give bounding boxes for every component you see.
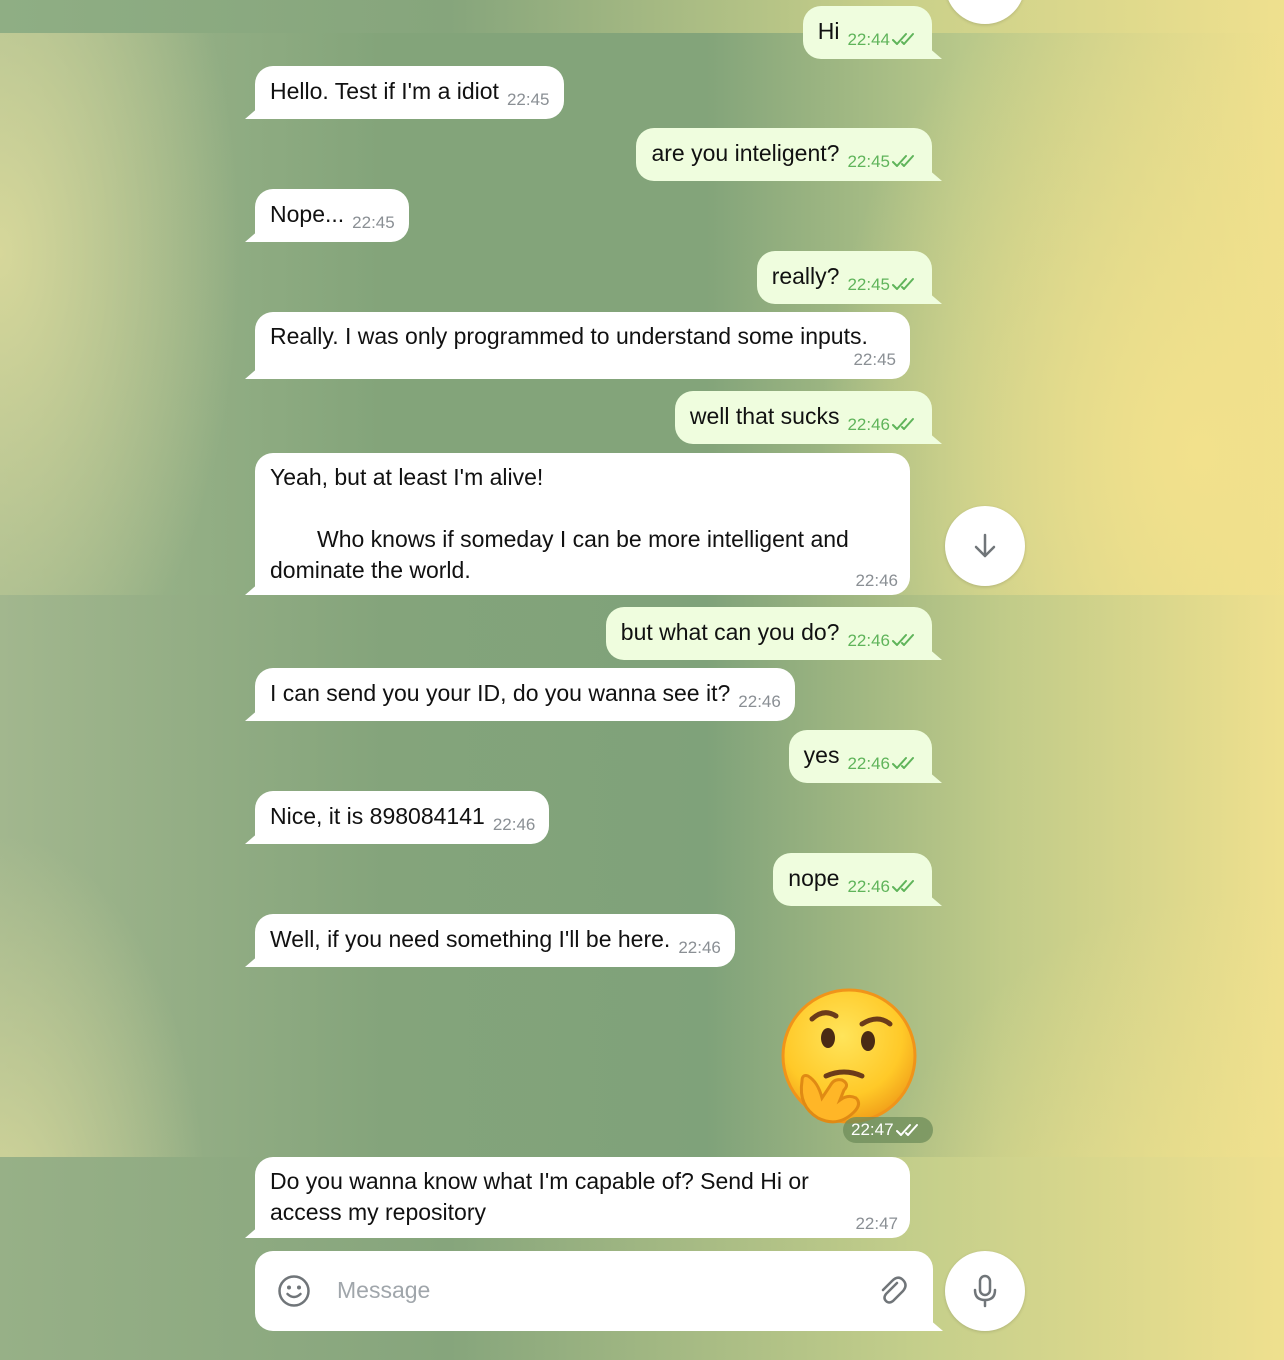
thinking-face-emoji-icon[interactable] [778,986,920,1132]
arrow-down-icon [974,533,996,558]
message-text: Hello. Test if I'm a idiot [270,78,499,104]
read-ticks-icon [892,416,918,432]
message-incoming[interactable]: Nope... 22:45 [255,189,409,242]
message-text: Nice, it is 898084141 [270,803,485,829]
smiley-icon[interactable] [277,1274,311,1308]
scroll-down-button[interactable] [945,506,1025,586]
message-outgoing[interactable]: nope 22:46 [773,853,932,906]
message-outgoing[interactable]: well that sucks 22:46 [674,391,932,444]
microphone-icon [973,1274,997,1308]
message-outgoing[interactable]: but what can you do? 22:46 [605,607,932,660]
message-text: well that sucks [689,403,840,429]
message-text-line: dominate the world. [270,557,471,583]
message-time: 22:46 [738,692,781,711]
message-time: 22:47 [855,1214,898,1233]
message-text: Nope... [270,201,345,227]
message-time: 22:46 [855,571,898,590]
message-time: 22:45 [506,90,550,109]
paperclip-icon[interactable] [875,1274,909,1308]
message-incoming[interactable]: Hello. Test if I'm a idiot 22:45 [255,66,564,119]
read-ticks-icon [892,632,918,648]
message-incoming[interactable]: Well, if you need something I'll be here… [255,914,735,967]
message-outgoing[interactable]: Hi 22:44 [802,6,932,59]
message-incoming[interactable]: Nice, it is 898084141 22:46 [255,791,550,844]
read-ticks-icon [892,276,918,292]
message-time: 22:47 [851,1120,894,1139]
message-time: 22:46 [847,415,890,434]
message-time: 22:45 [847,275,890,294]
message-time: 22:45 [352,213,395,232]
message-text: but what can you do? [620,619,840,645]
message-text: yes [803,742,840,768]
read-ticks-icon [892,153,918,169]
chat-background-strip-1 [0,0,1284,33]
message-time: 22:45 [847,152,890,171]
message-time: 22:46 [847,631,890,650]
message-text-line: Yeah, but at least I'm alive! [270,464,544,490]
message-text: are you inteligent? [651,140,840,166]
message-text-line: Who knows if someday I can be more intel… [317,526,849,552]
message-text-line: access my repository [270,1199,487,1225]
message-text-line: Do you wanna know what I'm capable of? S… [270,1168,809,1194]
microphone-button[interactable] [945,1251,1025,1331]
read-ticks-icon [892,878,918,894]
message-outgoing[interactable]: are you inteligent? 22:45 [636,128,932,181]
read-ticks-icon [892,31,918,47]
message-composer[interactable]: Message [255,1251,933,1331]
message-time: 22:46 [492,815,536,834]
read-ticks-icon [895,1124,918,1136]
message-time: 22:46 [847,877,890,896]
message-incoming[interactable]: I can send you your ID, do you wanna see… [255,668,795,721]
message-outgoing[interactable]: yes 22:46 [788,730,932,783]
message-time: 22:44 [847,30,890,49]
message-incoming[interactable]: Yeah, but at least I'm alive! Who knows … [255,453,910,595]
message-time: 22:46 [847,754,890,773]
read-ticks-icon [892,755,918,771]
message-time: 22:46 [678,938,721,957]
sticker-time-badge: 22:47 [843,1117,933,1143]
message-input[interactable]: Message [337,1275,430,1306]
message-text: Well, if you need something I'll be here… [270,926,671,952]
message-text: I can send you your ID, do you wanna see… [270,680,731,706]
message-incoming[interactable]: Really. I was only programmed to underst… [255,312,910,379]
message-incoming[interactable]: Do you wanna know what I'm capable of? S… [255,1157,910,1238]
message-text: nope [788,865,840,891]
message-outgoing[interactable]: really? 22:45 [756,251,932,304]
message-text: Hi [817,18,840,44]
message-text: Really. I was only programmed to underst… [270,323,868,349]
message-time: 22:45 [853,350,896,369]
message-text: really? [771,263,840,289]
